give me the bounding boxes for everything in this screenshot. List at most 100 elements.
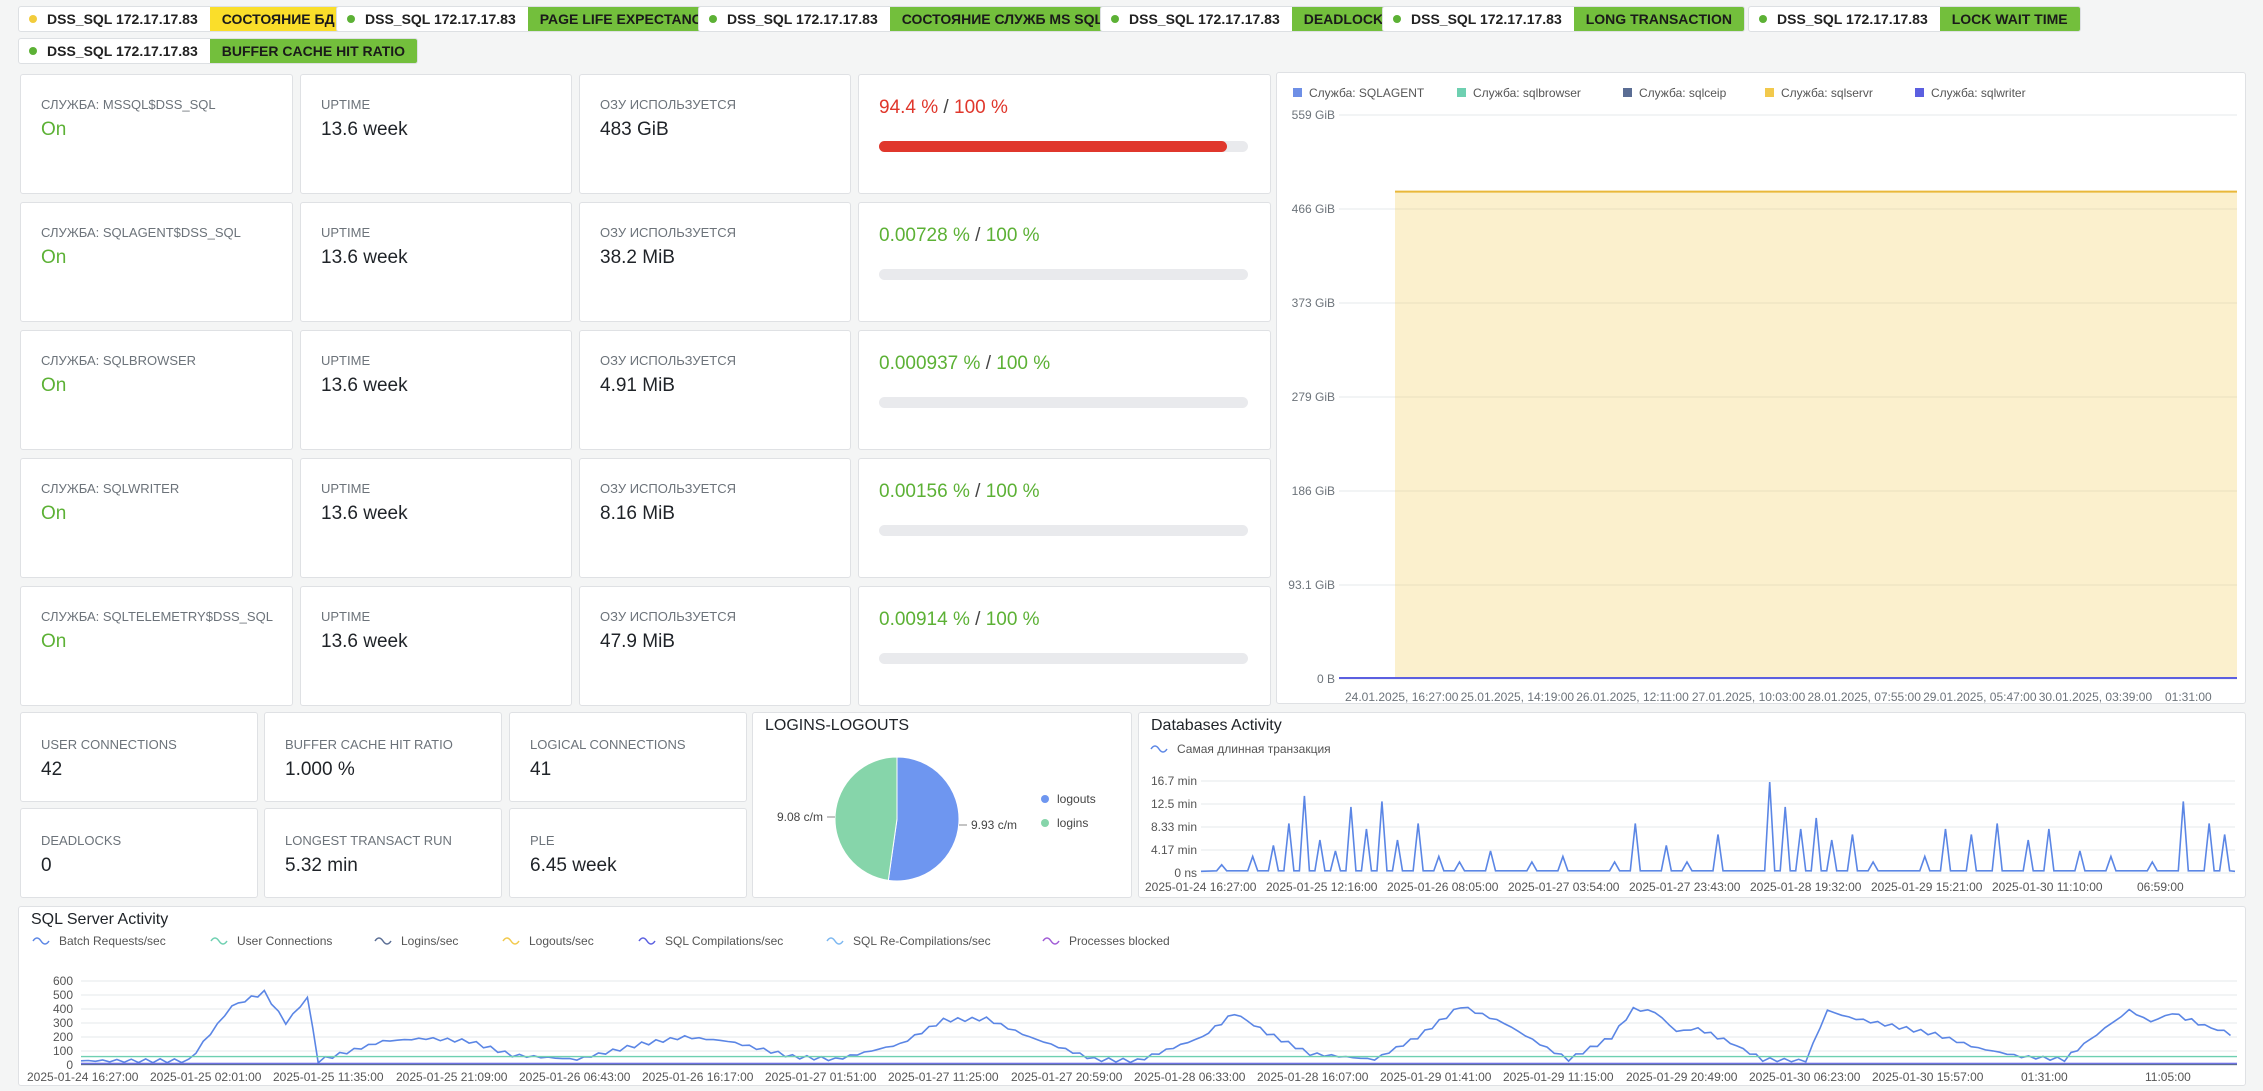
ram-percent-value: 0.00728 % (879, 225, 970, 246)
databases-activity-chart[interactable]: Самая длинная транзакция 16.7 min 12.5 min… (1139, 737, 2245, 897)
alert-tag-host: DSS_SQL 172.17.17.83 (337, 7, 528, 31)
ram-percent-separator: / (980, 353, 997, 374)
memory-by-service-chart[interactable]: Служба: SQLAGENT Служба: sqlbrowser Служба… (1277, 73, 2245, 704)
uptime-value: 13.6 week (321, 375, 408, 396)
x-tick-label: 2025-01-24 16:27:00 (1145, 880, 1257, 894)
x-tick-label: 26.01.2025, 12:11:00 (1576, 690, 1689, 703)
ram-percent-value: 94.4 % (879, 97, 939, 118)
alert-tag[interactable]: DSS_SQL 172.17.17.83 PAGE LIFE EXPECTANCY (336, 6, 725, 32)
pie-slice[interactable] (834, 756, 898, 881)
service-name: СЛУЖБА: MSSQL$DSS_SQL (41, 97, 216, 112)
y-tick-label: 373 GiB (1292, 296, 1335, 310)
legend-label[interactable]: Служба: sqlbrowser (1473, 86, 1581, 100)
stat-panel: PLE 6.45 week (509, 808, 747, 898)
sql-server-activity-chart[interactable]: Batch Requests/sec User Connections Logins… (19, 929, 2245, 1085)
databases-activity-panel: Databases Activity Самая длинная транзак… (1138, 712, 2246, 898)
ram-label: ОЗУ ИСПОЛЬЗУЕТСЯ (600, 609, 736, 624)
ram-percent-separator: / (969, 481, 986, 502)
stat-label: DEADLOCKS (41, 833, 122, 848)
service-status-panel: СЛУЖБА: SQLTELEMETRY$DSS_SQL On (20, 586, 293, 706)
service-status: On (41, 247, 67, 268)
line-series-batch-requests[interactable] (80, 989, 2232, 1065)
y-tick-label: 300 (53, 1016, 73, 1030)
status-dot-icon (1393, 15, 1401, 23)
legend-label[interactable]: SQL Re-Compilations/sec (853, 934, 991, 948)
x-tick-label: 2025-01-29 11:15:00 (1503, 1070, 1614, 1084)
pie-slice[interactable] (887, 756, 960, 882)
uptime-value: 13.6 week (321, 631, 408, 652)
y-tick-label: 466 GiB (1292, 202, 1335, 216)
legend-label[interactable]: Служба: sqlceip (1639, 86, 1727, 100)
alert-tag[interactable]: DSS_SQL 172.17.17.83 LONG TRANSACTION (1382, 6, 1745, 32)
uptime-label: UPTIME (321, 481, 371, 496)
ram-percent-text: 94.4 % / 100 % (879, 97, 1008, 119)
ram-value: 8.16 MiB (600, 503, 675, 524)
legend-label[interactable]: Самая длинная транзакция (1177, 742, 1331, 756)
service-ram-panel: ОЗУ ИСПОЛЬЗУЕТСЯ 38.2 MiB (579, 202, 851, 322)
ram-value: 47.9 MiB (600, 631, 675, 652)
alert-tag[interactable]: DSS_SQL 172.17.17.83 СОСТОЯНИЕ СЛУЖБ MS S… (698, 6, 1117, 32)
ram-percent-separator: / (938, 97, 954, 118)
x-tick-label: 2025-01-28 16:07:00 (1257, 1070, 1369, 1084)
alert-tag[interactable]: DSS_SQL 172.17.17.83 LOCK WAIT TIME (1748, 6, 2081, 32)
service-status-panel: СЛУЖБА: SQLAGENT$DSS_SQL On (20, 202, 293, 322)
status-dot-icon (1111, 15, 1119, 23)
legend-label[interactable]: Processes blocked (1069, 934, 1170, 948)
area-series-sqlservr[interactable] (1395, 191, 2237, 679)
x-tick-label: 01:31:00 (2021, 1070, 2068, 1084)
service-ram-panel: ОЗУ ИСПОЛЬЗУЕТСЯ 47.9 MiB (579, 586, 851, 706)
legend-label[interactable]: logins (1057, 816, 1088, 830)
logins-logouts-panel: LOGINS-LOGOUTS 9.93 c/m 9.08 c/m logouts lo… (752, 712, 1132, 898)
legend-swatch (1765, 88, 1774, 97)
stat-value: 0 (41, 855, 52, 876)
legend-line-icon (32, 937, 50, 945)
ram-percent-max: 100 % (985, 481, 1040, 502)
ram-value: 38.2 MiB (600, 247, 675, 268)
ram-percent-value: 0.000937 % (879, 353, 981, 374)
legend-label[interactable]: Batch Requests/sec (59, 934, 166, 948)
legend-swatch (1293, 88, 1302, 97)
y-tick-label: 200 (53, 1030, 73, 1044)
service-uptime-panel: UPTIME 13.6 week (300, 202, 572, 322)
ram-percent-bar-fill (879, 141, 1228, 152)
legend-line-icon (502, 937, 520, 945)
stat-value: 1.000 % (285, 759, 355, 780)
status-dot-icon (709, 15, 717, 23)
alert-tag-host: DSS_SQL 172.17.17.83 (19, 7, 210, 31)
alert-tag[interactable]: DSS_SQL 172.17.17.83 BUFFER CACHE HIT RAT… (18, 38, 419, 64)
alert-tag-label: BUFFER CACHE HIT RATIO (209, 39, 418, 63)
alert-tag-host: DSS_SQL 172.17.17.83 (1749, 7, 1940, 31)
legend-label[interactable]: Служба: SQLAGENT (1309, 86, 1425, 100)
stat-value: 5.32 min (285, 855, 358, 876)
legend-label[interactable]: SQL Compilations/sec (665, 934, 783, 948)
ram-percent-separator: / (969, 225, 986, 246)
uptime-label: UPTIME (321, 353, 371, 368)
service-status-panel: СЛУЖБА: MSSQL$DSS_SQL On (20, 74, 293, 194)
legend-label[interactable]: Logins/sec (401, 934, 458, 948)
ram-percent-bar (879, 653, 1248, 664)
legend-label[interactable]: Служба: sqlwriter (1931, 86, 2026, 100)
legend-label[interactable]: Logouts/sec (529, 934, 594, 948)
service-uptime-panel: UPTIME 13.6 week (300, 74, 572, 194)
x-tick-label: 2025-01-28 06:33:00 (1134, 1070, 1246, 1084)
x-tick-label: 2025-01-30 11:10:00 (1992, 880, 2103, 894)
x-tick-label: 2025-01-28 19:32:00 (1750, 880, 1862, 894)
x-tick-label: 2025-01-27 20:59:00 (1011, 1070, 1123, 1084)
x-tick-label: 2025-01-27 03:54:00 (1508, 880, 1620, 894)
y-tick-label: 500 (53, 988, 73, 1002)
status-dot-icon (29, 15, 37, 23)
logins-logouts-chart[interactable]: 9.93 c/m 9.08 c/m logouts logins (753, 737, 1131, 897)
y-tick-label: 100 (53, 1044, 73, 1058)
ram-percent-max: 100 % (954, 97, 1008, 118)
legend-label[interactable]: User Connections (237, 934, 332, 948)
legend-label[interactable]: Служба: sqlservr (1781, 86, 1873, 100)
alert-tag[interactable]: DSS_SQL 172.17.17.83 СОСТОЯНИЕ БД (18, 6, 348, 32)
y-tick-label: 8.33 min (1151, 820, 1197, 834)
ram-percent-text: 0.00156 % / 100 % (879, 481, 1040, 503)
y-tick-label: 16.7 min (1151, 774, 1197, 788)
alert-tag-label: СОСТОЯНИЕ БД (209, 7, 347, 31)
alert-tag[interactable]: DSS_SQL 172.17.17.83 DEADLOCK (1100, 6, 1397, 32)
x-tick-label: 29.01.2025, 05:47:00 (1923, 690, 2037, 703)
ram-percent-bar (879, 397, 1248, 408)
legend-label[interactable]: logouts (1057, 792, 1096, 806)
